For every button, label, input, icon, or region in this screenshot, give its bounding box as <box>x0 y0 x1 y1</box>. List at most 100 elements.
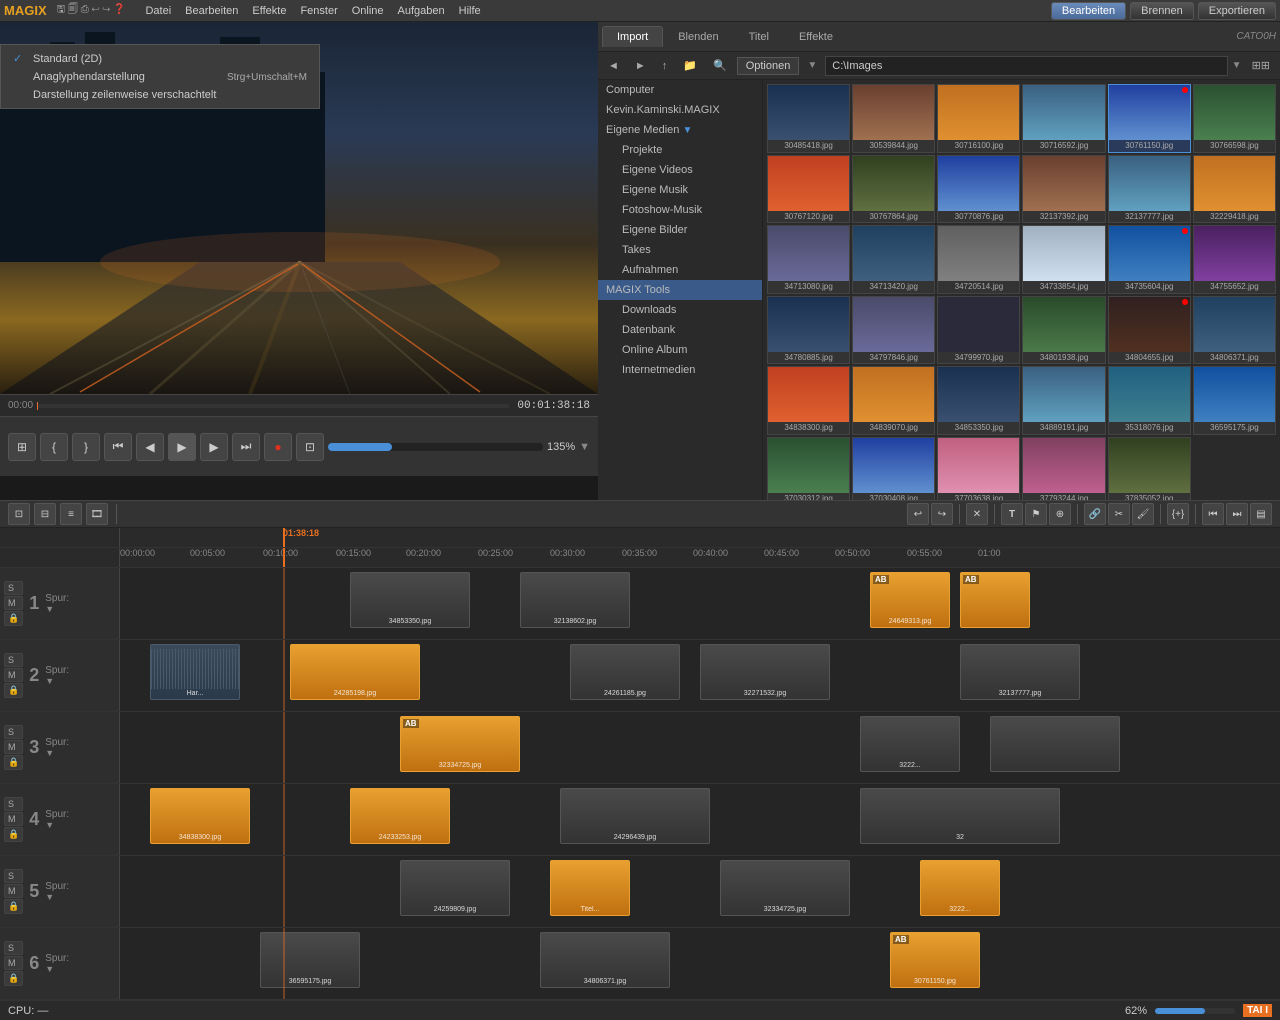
tab-blenden[interactable]: Blenden <box>663 26 733 48</box>
file-thumb-12[interactable]: 34713080.jpg <box>767 225 850 294</box>
play-btn[interactable]: ▶ <box>168 433 196 461</box>
file-thumb-31[interactable]: 37030408.jpg <box>852 437 935 500</box>
track-content-5[interactable]: 24259809.jpg Titel... 32334725.jpg 3222.… <box>120 856 1280 927</box>
sidebar-item-10[interactable]: MAGIX Tools <box>598 280 762 300</box>
delete-btn[interactable]: ✕ <box>966 503 988 525</box>
file-thumb-34[interactable]: 37835052.jpg <box>1108 437 1191 500</box>
sidebar-item-12[interactable]: Datenbank <box>598 320 762 340</box>
lock-btn-4[interactable]: 🔒 <box>4 827 23 842</box>
clip-3-2[interactable]: 3222... <box>860 716 960 772</box>
sidebar-item-3[interactable]: Projekte <box>598 140 762 160</box>
file-thumb-4[interactable]: 30761150.jpg <box>1108 84 1191 153</box>
clip-2-2[interactable]: 24261185.jpg <box>570 644 680 700</box>
menu-datei[interactable]: Datei <box>139 3 177 19</box>
clip-5-3[interactable]: 32334725.jpg <box>720 860 850 916</box>
mute-btn-4[interactable]: M <box>4 812 23 826</box>
grid-view-button[interactable]: ⊞⊞ <box>1246 57 1276 74</box>
clip-4-1[interactable]: 34838300.jpg <box>150 788 250 844</box>
out-point-btn[interactable]: } <box>72 433 100 461</box>
file-thumb-20[interactable]: 34799970.jpg <box>937 296 1020 365</box>
timeline-btn[interactable]: ≡ <box>60 503 82 525</box>
lock-btn-3[interactable]: 🔒 <box>4 755 23 770</box>
lock-btn-2[interactable]: 🔒 <box>4 683 23 698</box>
file-thumb-7[interactable]: 30767864.jpg <box>852 155 935 224</box>
file-thumb-26[interactable]: 34853350.jpg <box>937 366 1020 435</box>
scissors-btn[interactable]: ✂ <box>1108 503 1130 525</box>
link-btn[interactable]: 🔗 <box>1084 503 1106 525</box>
forward-button[interactable]: ► <box>629 58 652 74</box>
solo-btn-5[interactable]: S <box>4 869 23 883</box>
clip-4-2[interactable]: 24233253.jpg <box>350 788 450 844</box>
prev-track-btn[interactable]: ⏮ <box>1202 503 1224 525</box>
dropdown-standard[interactable]: ✓ Standard (2D) <box>1 49 319 68</box>
clip-6-1[interactable]: 36595175.jpg <box>260 932 360 988</box>
snap-btn[interactable]: ⊡ <box>8 503 30 525</box>
file-thumb-21[interactable]: 34801938.jpg <box>1022 296 1105 365</box>
tab-effekte[interactable]: Effekte <box>784 26 848 48</box>
sidebar-item-11[interactable]: Downloads <box>598 300 762 320</box>
lock-btn-6[interactable]: 🔒 <box>4 971 23 986</box>
brush-btn[interactable]: 🖌 <box>1132 503 1154 525</box>
zoom-dropdown[interactable]: ▼ <box>579 441 590 453</box>
track-expand-6[interactable]: ▼ <box>45 964 69 974</box>
clip-5-1[interactable]: 24259809.jpg <box>400 860 510 916</box>
up-button[interactable]: ↑ <box>656 58 674 74</box>
menu-bearbeiten[interactable]: Bearbeiten <box>179 3 244 19</box>
options-dropdown[interactable]: Optionen <box>737 57 800 75</box>
folder-button[interactable]: 📁 <box>677 57 703 74</box>
track-expand-3[interactable]: ▼ <box>45 748 69 758</box>
file-thumb-1[interactable]: 30539844.jpg <box>852 84 935 153</box>
playback-progress[interactable] <box>328 443 543 451</box>
storyboard-btn[interactable]: ⊟ <box>34 503 56 525</box>
menu-fenster[interactable]: Fenster <box>294 3 343 19</box>
file-thumb-9[interactable]: 32137392.jpg <box>1022 155 1105 224</box>
file-thumb-5[interactable]: 30766598.jpg <box>1193 84 1276 153</box>
ruler-track[interactable]: 01:38:18 <box>120 528 1280 547</box>
exportieren-button[interactable]: Exportieren <box>1198 2 1276 20</box>
file-thumb-25[interactable]: 34839070.jpg <box>852 366 935 435</box>
brennen-button[interactable]: Brennen <box>1130 2 1194 20</box>
search-button[interactable]: 🔍 <box>707 57 733 74</box>
menu-aufgaben[interactable]: Aufgaben <box>392 3 451 19</box>
sidebar-item-4[interactable]: Eigene Videos <box>598 160 762 180</box>
file-thumb-23[interactable]: 34806371.jpg <box>1193 296 1276 365</box>
file-thumb-29[interactable]: 36595175.jpg <box>1193 366 1276 435</box>
chapter-btn[interactable]: ⊕ <box>1049 503 1071 525</box>
prev-frame-btn[interactable]: ◀ <box>136 433 164 461</box>
file-thumb-2[interactable]: 30716100.jpg <box>937 84 1020 153</box>
next-scene-btn[interactable]: ⏭ <box>232 433 260 461</box>
tab-import[interactable]: Import <box>602 26 663 47</box>
zoom-slider[interactable] <box>1155 1008 1235 1014</box>
monitor-btn[interactable]: ⊞ <box>8 433 36 461</box>
mute-btn-1[interactable]: M <box>4 596 23 610</box>
record-btn[interactable]: ● <box>264 433 292 461</box>
clip-1-4[interactable]: AB <box>960 572 1030 628</box>
undo-btn[interactable]: ↩ <box>907 503 929 525</box>
clip-4-3[interactable]: 24296439.jpg <box>560 788 710 844</box>
sidebar-item-13[interactable]: Online Album <box>598 340 762 360</box>
clip-2-1[interactable]: 24285198.jpg <box>290 644 420 700</box>
tab-titel[interactable]: Titel <box>734 26 784 48</box>
track-expand-5[interactable]: ▼ <box>45 892 69 902</box>
prev-scene-btn[interactable]: ⏮ <box>104 433 132 461</box>
file-thumb-27[interactable]: 34889191.jpg <box>1022 366 1105 435</box>
track-expand-1[interactable]: ▼ <box>45 604 69 614</box>
lock-btn-5[interactable]: 🔒 <box>4 899 23 914</box>
file-thumb-8[interactable]: 30770876.jpg <box>937 155 1020 224</box>
mute-btn-6[interactable]: M <box>4 956 23 970</box>
track-content-3[interactable]: AB 32334725.jpg 3222... <box>120 712 1280 783</box>
bearbeiten-button[interactable]: Bearbeiten <box>1051 2 1126 20</box>
file-thumb-14[interactable]: 34720514.jpg <box>937 225 1020 294</box>
sidebar-item-14[interactable]: Internetmedien <box>598 360 762 380</box>
file-thumb-33[interactable]: 37793244.jpg <box>1022 437 1105 500</box>
file-thumb-10[interactable]: 32137777.jpg <box>1108 155 1191 224</box>
mixer-btn[interactable]: ▤ <box>1250 503 1272 525</box>
next-frame-btn[interactable]: ▶ <box>200 433 228 461</box>
track-expand-2[interactable]: ▼ <box>45 676 69 686</box>
file-thumb-32[interactable]: 37703638.jpg <box>937 437 1020 500</box>
sidebar-item-0[interactable]: Computer <box>598 80 762 100</box>
track-content-1[interactable]: 34853350.jpg 32138602.jpg AB 24649313.jp… <box>120 568 1280 639</box>
file-thumb-22[interactable]: 34804655.jpg <box>1108 296 1191 365</box>
sidebar-item-8[interactable]: Takes <box>598 240 762 260</box>
file-thumb-15[interactable]: 34733854.jpg <box>1022 225 1105 294</box>
